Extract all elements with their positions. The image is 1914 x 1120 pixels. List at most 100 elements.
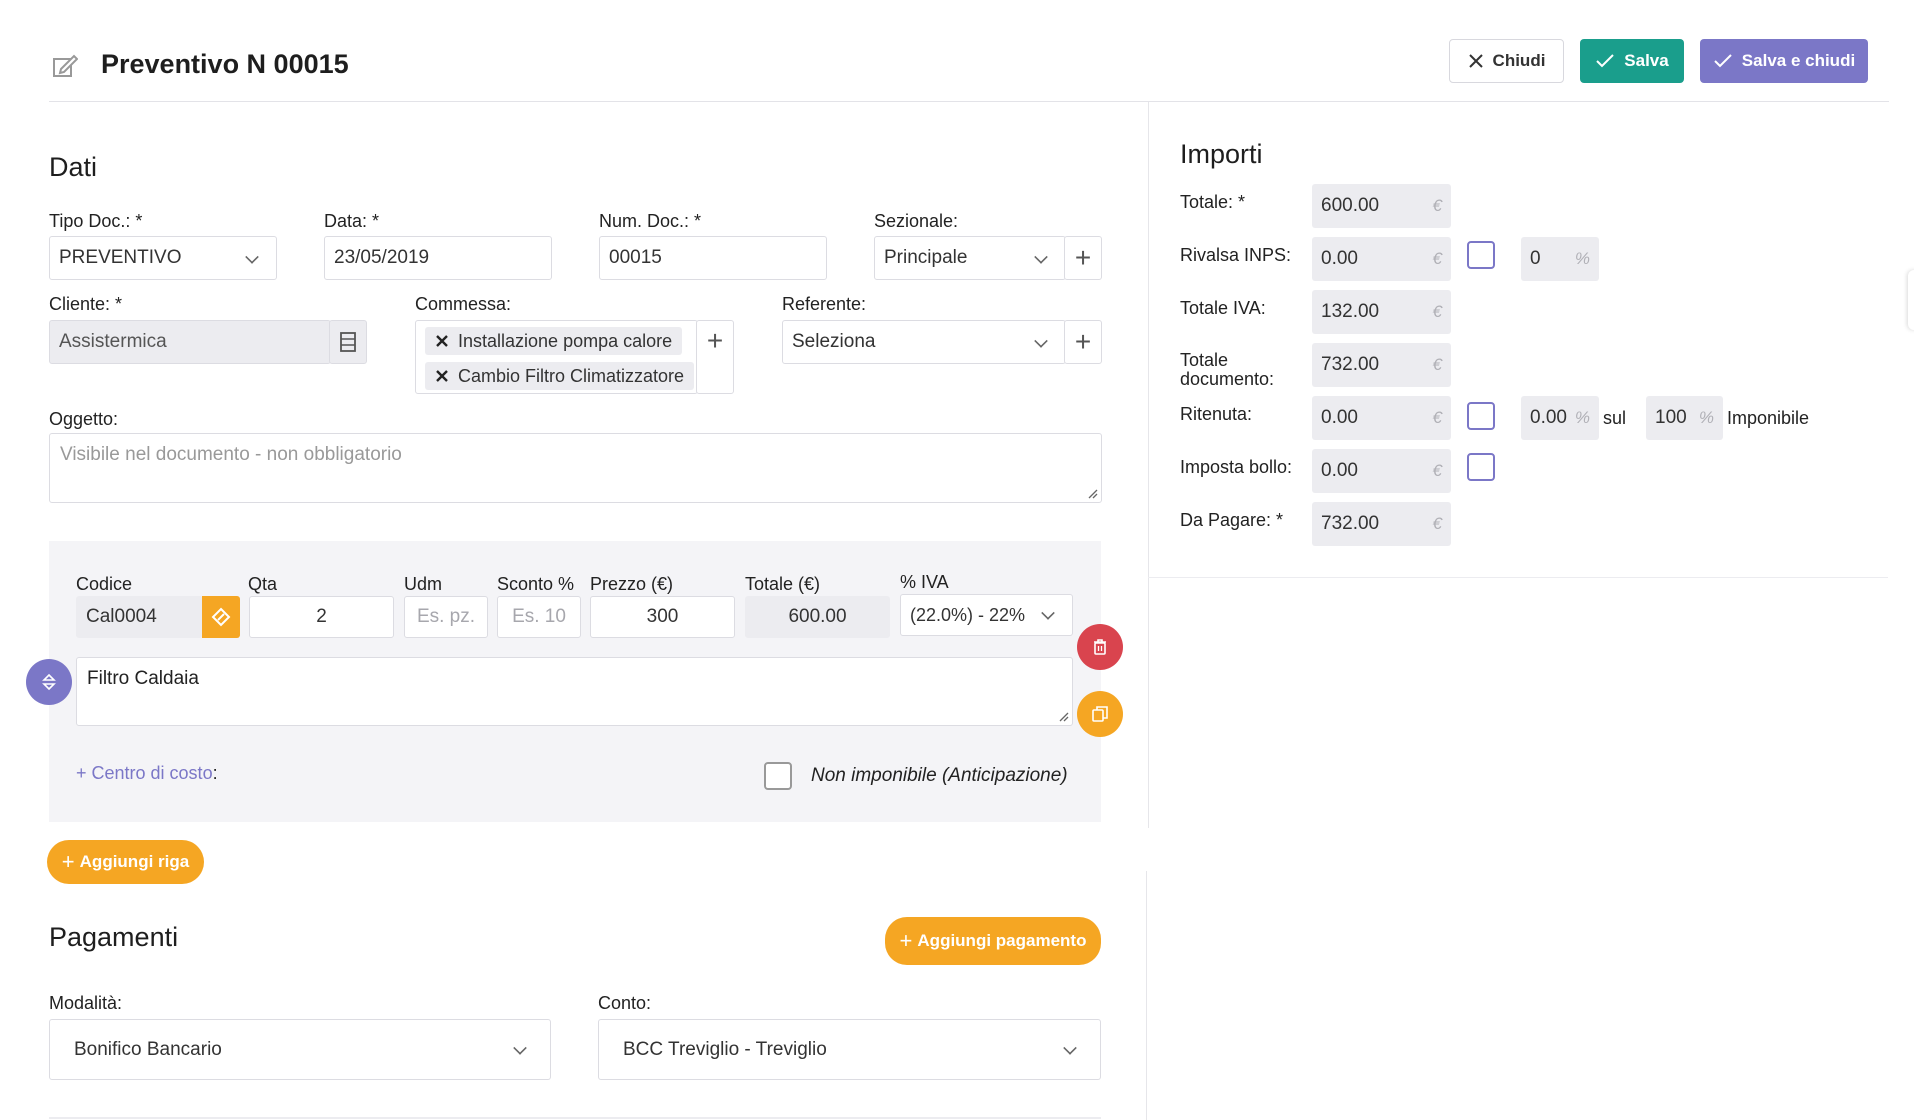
udm-field[interactable]: Es. pz. [404,596,488,638]
tipo-doc-select[interactable]: PREVENTIVO [49,236,277,280]
totale-documento-label: Totale documento: [1180,351,1274,389]
centro-di-costo-colon: : [212,763,218,783]
sconto-placeholder: Es. 10 [512,606,566,627]
ritenuta-label: Ritenuta: [1180,404,1253,424]
non-imponibile-checkbox[interactable] [764,762,792,790]
rivalsa-value: 0.00 [1321,248,1358,269]
oggetto-textarea[interactable]: Visibile nel documento - non obbligatori… [49,433,1102,503]
totale-documento-value: 732.00 [1321,354,1380,375]
side-panel-tab[interactable] [1908,270,1914,330]
plus-icon: + [899,928,913,953]
duplicate-row-button[interactable] [1077,691,1123,737]
plus-icon: + [1074,326,1092,357]
page-title: Preventivo N 00015 [101,49,349,79]
euro-unit: € [1432,408,1442,427]
commessa-tag[interactable]: Cambio Filtro Climatizzatore [425,362,695,390]
reorder-handle[interactable] [26,659,72,705]
rivalsa-percent-field[interactable]: 0 % [1521,237,1599,281]
totale-riga-value: 600.00 [788,606,847,627]
udm-placeholder: Es. pz. [416,606,476,627]
qta-label: Qta [248,574,278,594]
totale-documento-field: 732.00 € [1312,343,1451,387]
save-button[interactable]: Salva [1580,39,1684,83]
imposta-bollo-label: Imposta bollo: [1180,457,1293,477]
descrizione-textarea[interactable]: Filtro Caldaia [76,657,1073,726]
num-doc-field[interactable]: 00015 [599,236,827,280]
qta-field[interactable]: 2 [249,596,394,638]
modalita-value: Bonifico Bancario [74,1038,222,1060]
referente-select[interactable]: Seleziona [782,320,1066,364]
ritenuta-field[interactable]: 0.00 € [1312,396,1451,440]
check-icon [1596,54,1614,68]
date-field[interactable]: 23/05/2019 [324,236,552,280]
column-divider [1146,871,1147,1120]
date-value: 23/05/2019 [334,247,430,268]
modalita-label: Modalità: [49,993,123,1013]
ritenuta-percent-value: 0.00 [1530,407,1567,428]
conto-select[interactable]: BCC Treviglio - Treviglio [598,1019,1101,1080]
modalita-select[interactable]: Bonifico Bancario [49,1019,551,1080]
sezionale-value: Principale [884,247,968,268]
resize-handle-icon[interactable] [1086,487,1098,499]
resize-handle-icon[interactable] [1057,710,1069,722]
imponibile-percent-field[interactable]: 100 % [1646,396,1723,440]
importi-divider [1148,577,1888,578]
add-payment-label: Aggiungi pagamento [917,931,1087,950]
section-divider [49,1117,1101,1119]
totale-riga-label: Totale (€) [745,574,821,594]
tag-lookup-button[interactable] [202,596,240,638]
close-icon[interactable] [435,369,449,383]
totale-label: Totale: * [1180,192,1246,212]
cliente-value: Assistermica [59,331,167,352]
euro-unit: € [1432,461,1442,480]
sconto-field[interactable]: Es. 10 [497,596,581,638]
da-pagare-value: 732.00 [1321,513,1380,534]
iva-select[interactable]: (22.0%) - 22% [900,594,1073,636]
rivalsa-field[interactable]: 0.00 € [1312,237,1451,281]
percent-unit: % [1574,249,1590,268]
edit-icon [53,54,78,77]
ritenuta-value: 0.00 [1321,407,1358,428]
chevron-down-icon [513,1041,527,1055]
save-and-close-button[interactable]: Salva e chiudi [1700,39,1868,83]
delete-row-button[interactable] [1077,624,1123,670]
commessa-tag[interactable]: Installazione pompa calore [425,327,683,355]
add-referente-button[interactable]: + [1064,320,1102,364]
rivalsa-checkbox[interactable] [1467,241,1495,269]
euro-unit: € [1432,514,1442,533]
ritenuta-checkbox[interactable] [1467,402,1495,430]
codice-field[interactable]: Cal0004 [76,596,203,638]
ritenuta-percent-field[interactable]: 0.00 % [1521,396,1599,440]
cliente-field[interactable]: Assistermica [49,320,331,364]
close-button[interactable]: Chiudi [1449,39,1564,83]
centro-di-costo-link[interactable]: + Centro di costo: [76,763,218,784]
commessa-multiselect[interactable]: Installazione pompa calore Cambio Filtro… [415,320,698,394]
column-divider [1148,102,1149,828]
prezzo-field[interactable]: 300 [590,596,735,638]
num-doc-value: 00015 [609,247,662,268]
save-and-close-button-label: Salva e chiudi [1741,51,1856,70]
totale-riga-field: 600.00 [745,596,890,638]
add-commessa-button[interactable]: + [696,320,734,394]
da-pagare-field: 732.00 € [1312,502,1451,546]
conto-value: BCC Treviglio - Treviglio [623,1038,827,1060]
euro-unit: € [1432,302,1442,321]
add-sezionale-button[interactable]: + [1064,236,1102,280]
imposta-bollo-field[interactable]: 0.00 € [1312,449,1451,493]
totale-documento-label-line1: Totale [1180,350,1229,370]
data-label: Data: * [324,211,380,231]
chevron-down-icon [1034,334,1048,348]
plus-icon: + [1074,242,1092,273]
referente-value: Seleziona [792,331,876,352]
imposta-bollo-checkbox[interactable] [1467,453,1495,481]
add-row-button[interactable]: + Aggiungi riga [47,840,204,884]
add-row-label: Aggiungi riga [79,852,190,871]
close-icon[interactable] [435,334,449,348]
totale-iva-value: 132.00 [1321,301,1380,322]
commessa-label: Commessa: [415,294,512,314]
cliente-list-button[interactable] [329,320,367,364]
sezionale-select[interactable]: Principale [874,236,1066,280]
section-title-importi: Importi [1180,139,1263,169]
sezionale-label: Sezionale: [874,211,959,231]
add-payment-button[interactable]: + Aggiungi pagamento [885,917,1101,965]
